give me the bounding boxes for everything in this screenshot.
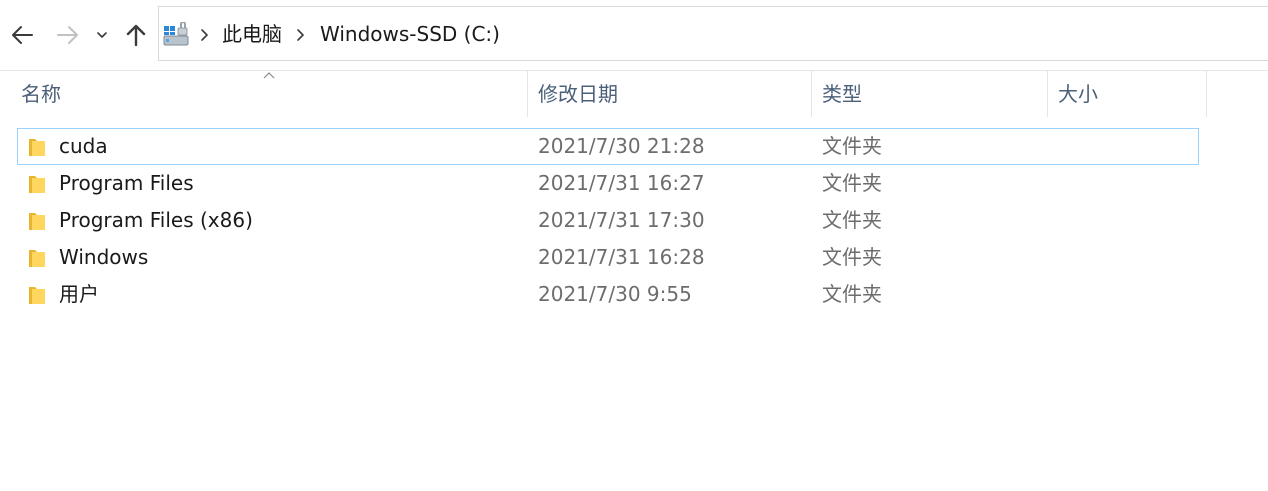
chevron-right-icon[interactable] <box>295 28 305 42</box>
folder-icon <box>29 213 45 230</box>
file-row[interactable]: cuda 2021/7/30 21:28 文件夹 <box>17 128 1199 165</box>
file-list: cuda 2021/7/30 21:28 文件夹 Program Files 2… <box>17 128 1199 313</box>
file-name: 用户 <box>59 282 99 306</box>
folder-icon <box>29 176 45 193</box>
up-button[interactable] <box>120 18 152 52</box>
folder-icon <box>29 139 45 156</box>
file-row[interactable]: 用户 2021/7/30 9:55 文件夹 <box>17 276 1199 313</box>
column-header-name[interactable]: 名称 <box>11 71 527 117</box>
file-type: 文件夹 <box>822 282 882 306</box>
file-type: 文件夹 <box>822 171 882 195</box>
file-type: 文件夹 <box>822 245 882 269</box>
file-modified-date: 2021/7/30 9:55 <box>538 282 692 306</box>
file-name: cuda <box>59 134 108 158</box>
folder-icon <box>29 287 45 304</box>
arrow-left-icon <box>12 26 33 44</box>
address-bar[interactable]: 此电脑 Windows-SSD (C:) <box>158 6 1268 61</box>
file-name: Windows <box>59 245 149 269</box>
file-row[interactable]: Windows 2021/7/31 16:28 文件夹 <box>17 239 1199 276</box>
file-name: Program Files <box>59 171 194 195</box>
arrow-right-icon <box>57 26 78 44</box>
file-type: 文件夹 <box>822 208 882 232</box>
file-type: 文件夹 <box>822 134 882 158</box>
file-modified-date: 2021/7/31 16:27 <box>538 171 705 195</box>
recent-locations-button[interactable] <box>92 18 112 52</box>
column-header-row: 名称 修改日期 类型 大小 <box>0 71 1268 117</box>
file-name: Program Files (x86) <box>59 208 253 232</box>
breadcrumb-drive-c[interactable]: Windows-SSD (C:) <box>320 20 500 48</box>
forward-button[interactable] <box>52 18 84 52</box>
column-header-size[interactable]: 大小 <box>1048 71 1206 117</box>
navigation-bar: 此电脑 Windows-SSD (C:) <box>0 0 1268 70</box>
chevron-right-icon[interactable] <box>199 28 209 42</box>
column-header-modified[interactable]: 修改日期 <box>528 71 811 117</box>
arrow-up-icon <box>126 24 146 47</box>
column-header-type[interactable]: 类型 <box>812 71 1047 117</box>
file-modified-date: 2021/7/31 16:28 <box>538 245 705 269</box>
column-resize-handle[interactable] <box>1206 71 1207 117</box>
drive-icon[interactable] <box>163 22 189 46</box>
folder-icon <box>29 250 45 267</box>
breadcrumb-this-pc[interactable]: 此电脑 <box>222 20 282 48</box>
back-button[interactable] <box>6 18 38 52</box>
chevron-down-icon <box>97 32 107 38</box>
file-row[interactable]: Program Files (x86) 2021/7/31 17:30 文件夹 <box>17 202 1199 239</box>
file-row[interactable]: Program Files 2021/7/31 16:27 文件夹 <box>17 165 1199 202</box>
file-modified-date: 2021/7/31 17:30 <box>538 208 705 232</box>
file-modified-date: 2021/7/30 21:28 <box>538 134 705 158</box>
